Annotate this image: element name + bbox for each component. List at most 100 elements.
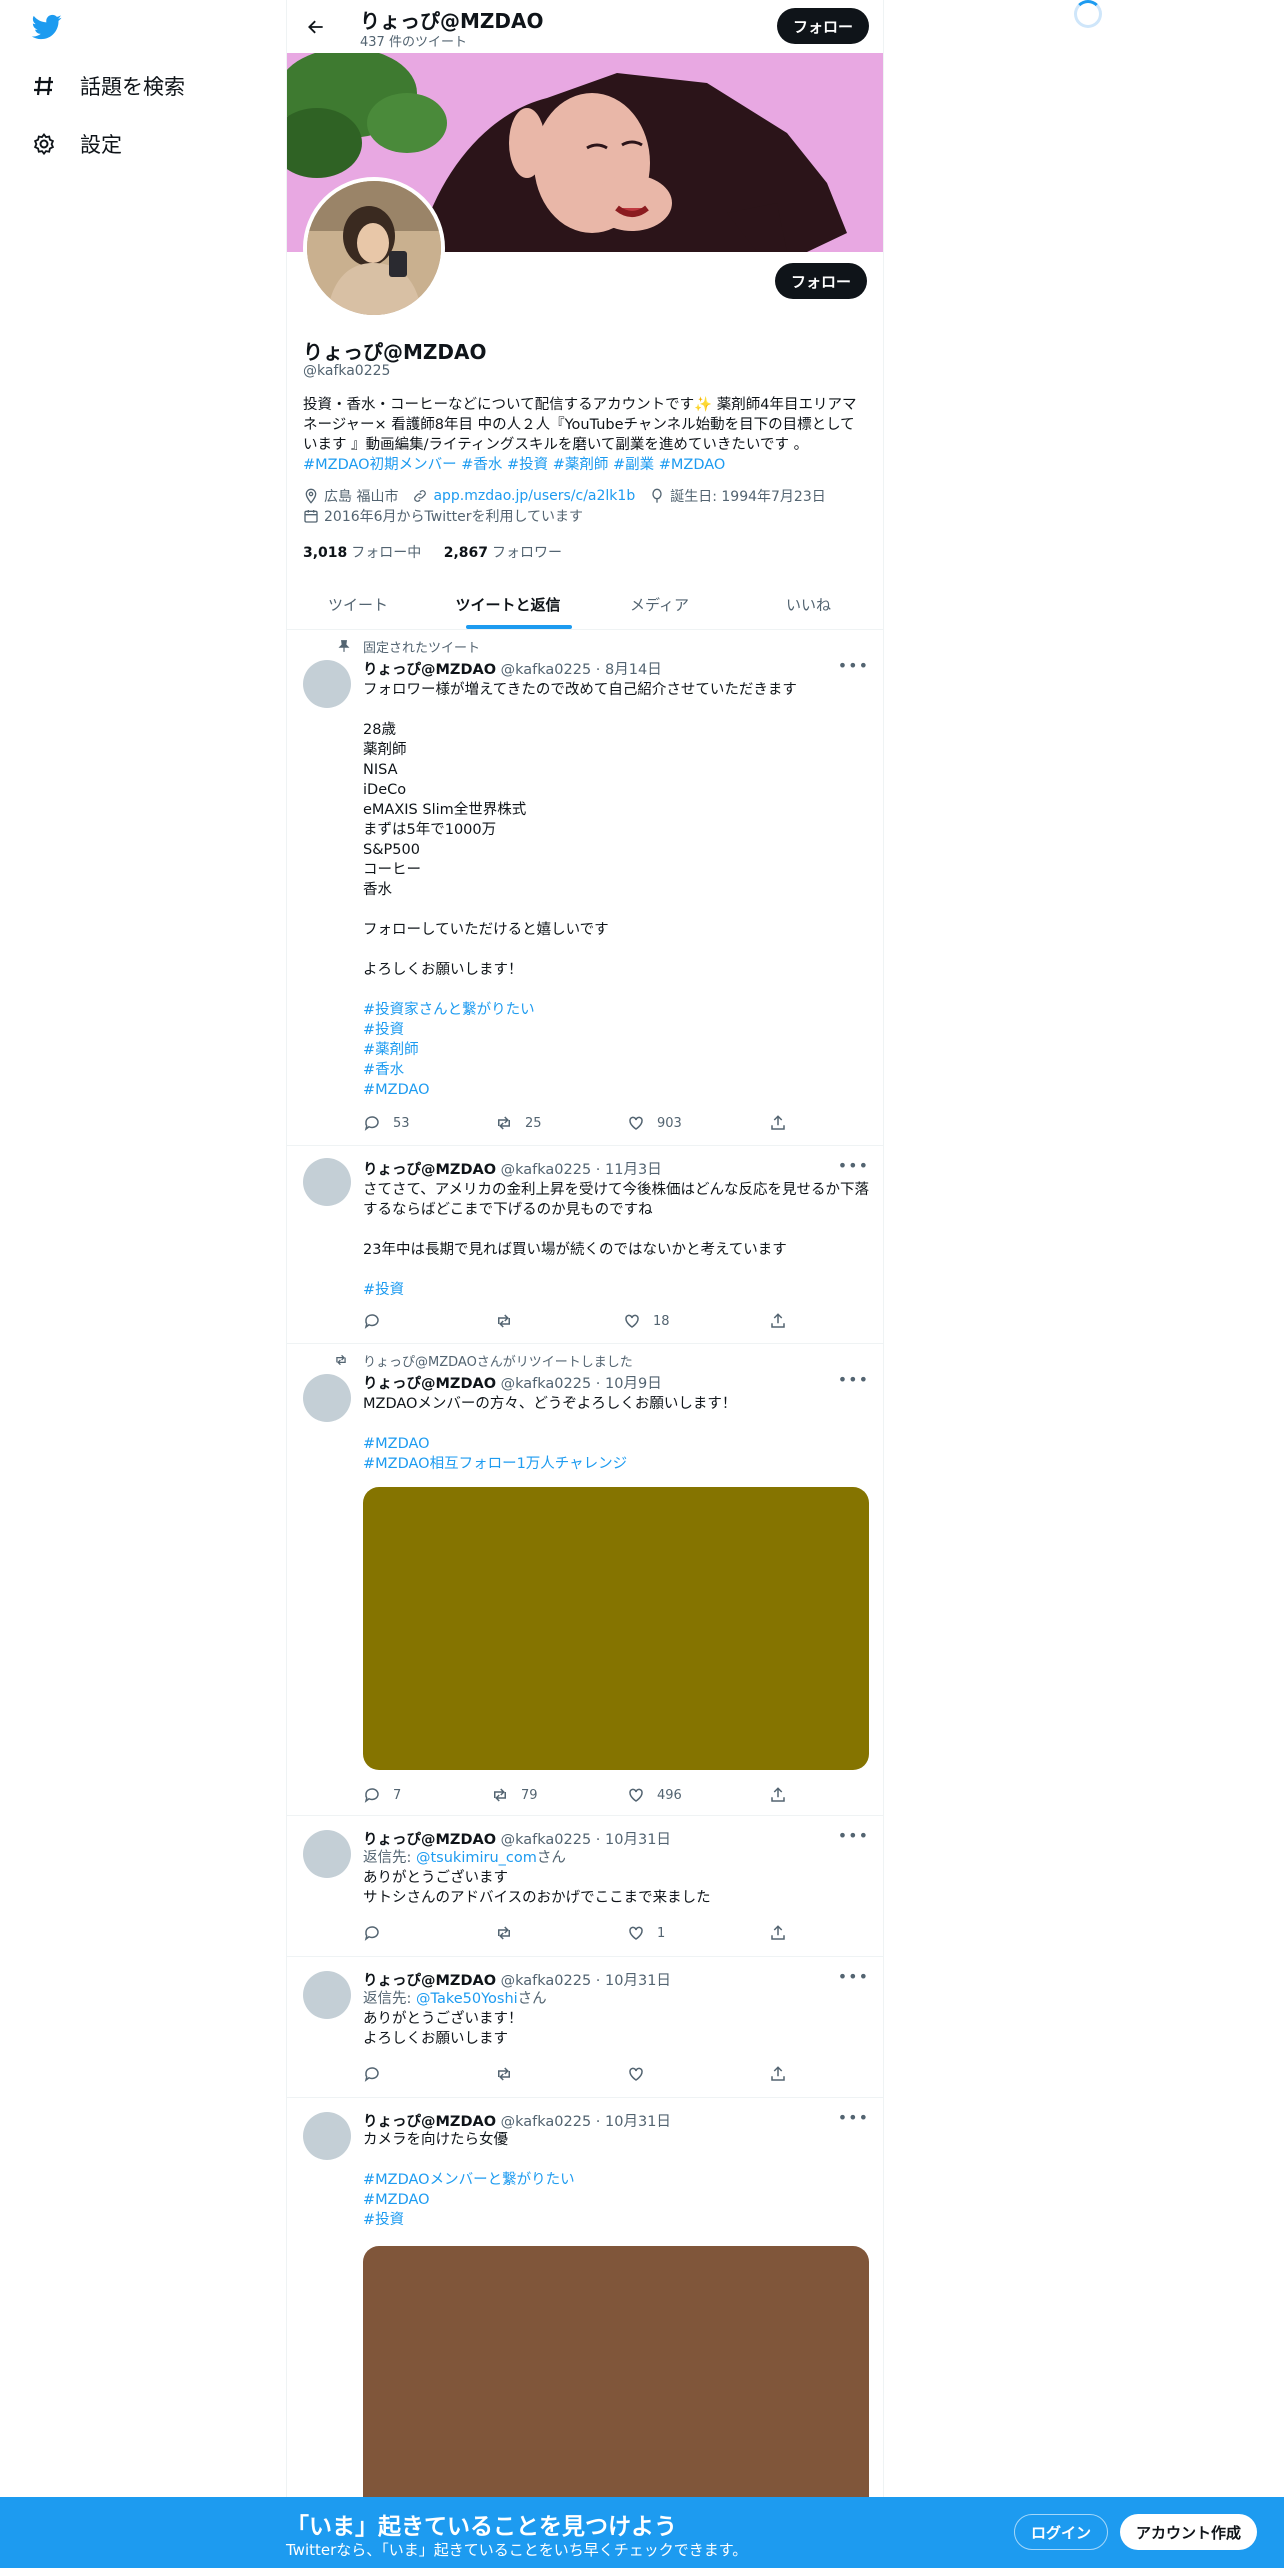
reply-to-line: 返信先: @tsukimiru_comさん <box>363 1850 566 1866</box>
header-follow-button[interactable]: フォロー <box>776 8 869 44</box>
tweet-text: カメラを向けたら女優 <box>363 2132 508 2148</box>
profile-url[interactable]: app.mzdao.jp/users/c/a2lk1b <box>412 488 635 504</box>
twitter-logo-icon[interactable] <box>30 12 66 44</box>
share-button[interactable] <box>769 2065 799 2083</box>
tweet-header: りょっぴ@MZDAO @kafka0225 · 10月31日 <box>363 1973 671 1989</box>
sidebar-item-label: 話題を検索 <box>80 75 185 99</box>
share-button[interactable] <box>769 1312 799 1330</box>
tweet-actions: 1 <box>363 1924 803 1944</box>
share-icon <box>771 1925 785 1940</box>
avatar[interactable] <box>303 1158 351 1206</box>
tweet-header: りょっぴ@MZDAO @kafka0225 · 10月9日 <box>363 1376 662 1392</box>
tab-tweets[interactable]: ツイート <box>287 578 429 630</box>
like-button[interactable]: 18 <box>623 1312 670 1330</box>
tweet-text: ありがとうございます！ よろしくお願いします <box>363 2011 523 2047</box>
profile-tabs: ツイート ツイートと返信 メディア いいね <box>287 578 883 630</box>
tab-tweets-and-replies[interactable]: ツイートと返信 <box>429 578 587 630</box>
tweet-header: りょっぴ@MZDAO @kafka0225 · 11月3日 <box>363 1162 662 1178</box>
reply-button[interactable]: 7 <box>363 1786 401 1804</box>
reply-button[interactable] <box>363 1312 393 1330</box>
tweet-text: ありがとうございます サトシさんのアドバイスのおかげでここまで来ました <box>363 1870 711 1906</box>
location-pin-icon <box>305 488 317 504</box>
location: 広島 福山市 <box>303 486 398 506</box>
reply-button[interactable]: 53 <box>363 1114 410 1132</box>
tweet-actions: 53 25 903 <box>363 1114 803 1134</box>
like-button[interactable]: 903 <box>627 1114 682 1132</box>
tab-media[interactable]: メディア <box>587 578 732 630</box>
retweet-context[interactable]: りょっぴ@MZDAOさんがリツイートしました <box>363 1351 633 1370</box>
bio-text: 投資・香水・コーヒーなどについて配信するアカウントです✨ 薬剤師4年目エリアマネ… <box>303 397 857 453</box>
tweet-hashtags[interactable]: #MZDAOメンバーと繋がりたい #MZDAO #投資 <box>363 2170 873 2230</box>
tweet-media-image[interactable] <box>363 1487 869 1770</box>
sidebar-item-explore[interactable]: 話題を検索 <box>30 66 185 106</box>
profile-follow-button[interactable]: フォロー <box>774 263 867 299</box>
tweet[interactable]: りょっぴ@MZDAO @kafka0225 · 10月31日 ••• 返信先: … <box>287 1957 883 2098</box>
tweet[interactable]: りょっぴ@MZDAO @kafka0225 · 10月31日 ••• 返信先: … <box>287 1816 883 1957</box>
retweet-icon <box>498 1314 510 1328</box>
reply-icon <box>364 1926 379 1941</box>
like-button[interactable]: 496 <box>627 1786 682 1804</box>
loading-spinner-icon <box>1074 0 1102 28</box>
retweet-icon <box>498 1926 510 1940</box>
tweet-header: りょっぴ@MZDAO @kafka0225 · 10月31日 <box>363 1832 671 1848</box>
more-icon[interactable]: ••• <box>838 1370 869 1389</box>
reply-to-link[interactable]: @tsukimiru_com <box>416 1850 537 1866</box>
avatar[interactable] <box>303 1971 351 2019</box>
avatar[interactable] <box>303 660 351 708</box>
retweet-button[interactable] <box>495 1924 525 1942</box>
profile-bio: 投資・香水・コーヒーなどについて配信するアカウントです✨ 薬剤師4年目エリアマネ… <box>303 395 869 475</box>
pinned-label: 固定されたツイート <box>363 641 481 656</box>
retweet-icon <box>498 2067 510 2081</box>
banner-subtitle: Twitterなら、「いま」起きていることをいち早くチェックできます。 <box>286 2541 748 2559</box>
like-button[interactable]: 1 <box>627 1924 665 1942</box>
more-icon[interactable]: ••• <box>838 1967 869 1986</box>
bio-hashtags[interactable]: #MZDAO初期メンバー #香水 #投資 #薬剤師 #副業 #MZDAO <box>303 457 725 473</box>
retweet-button[interactable]: 79 <box>491 1786 538 1804</box>
more-icon[interactable]: ••• <box>838 1156 869 1175</box>
tweet[interactable]: りょっぴ@MZDAOさんがリツイートしました りょっぴ@MZDAO @kafka… <box>287 1344 883 1816</box>
link-icon <box>414 490 427 502</box>
heart-icon <box>629 2067 643 2081</box>
avatar[interactable] <box>303 1374 351 1422</box>
tab-likes[interactable]: いいね <box>732 578 883 630</box>
tweet-text: フォロワー様が増えてきたので改めて自己紹介させていただきます 28歳 薬剤師 N… <box>363 682 797 978</box>
header-tweet-count: 437 件のツイート <box>360 35 467 50</box>
tweet[interactable]: りょっぴ@MZDAO @kafka0225 · 11月3日 ••• さてさて、ア… <box>287 1146 883 1344</box>
followers-link[interactable]: 2,867 フォロワー <box>444 545 562 561</box>
retweet-button[interactable] <box>495 1312 525 1330</box>
tweet-hashtags[interactable]: #MZDAO #MZDAO相互フォロー1万人チャレンジ <box>363 1434 873 1474</box>
follow-stats: 3,018 フォロー中 2,867 フォロワー <box>303 542 562 562</box>
share-icon <box>771 1787 785 1802</box>
tweet-hashtags[interactable]: #投資家さんと繋がりたい #投資 #薬剤師 #香水 #MZDAO <box>363 1000 873 1100</box>
share-button[interactable] <box>769 1924 799 1942</box>
tweet-header: りょっぴ@MZDAO @kafka0225 · 10月31日 <box>363 2114 671 2130</box>
back-arrow-icon[interactable] <box>299 10 333 44</box>
heart-icon <box>625 1314 639 1328</box>
retweet-icon <box>498 1116 510 1130</box>
retweet-button[interactable] <box>495 2065 525 2083</box>
following-link[interactable]: 3,018 フォロー中 <box>303 545 421 561</box>
signup-button[interactable]: アカウント作成 <box>1120 2514 1258 2550</box>
share-button[interactable] <box>769 1786 799 1804</box>
share-button[interactable] <box>769 1114 799 1132</box>
heart-icon <box>629 1926 643 1940</box>
profile-avatar[interactable] <box>303 177 445 319</box>
share-icon <box>771 1313 785 1328</box>
avatar[interactable] <box>303 2112 351 2160</box>
reply-button[interactable] <box>363 1924 393 1942</box>
calendar-icon <box>304 510 318 523</box>
more-icon[interactable]: ••• <box>838 1826 869 1845</box>
sidebar-item-settings[interactable]: 設定 <box>30 124 122 164</box>
birthday: 誕生日: 1994年7月23日 <box>649 486 826 506</box>
tweet[interactable]: 固定されたツイート りょっぴ@MZDAO @kafka0225 · 8月14日 … <box>287 630 883 1146</box>
avatar[interactable] <box>303 1830 351 1878</box>
more-icon[interactable]: ••• <box>838 2108 869 2127</box>
reply-to-link[interactable]: @Take50Yoshi <box>416 1991 518 2007</box>
more-icon[interactable]: ••• <box>838 656 869 675</box>
reply-button[interactable] <box>363 2065 393 2083</box>
login-button[interactable]: ログイン <box>1014 2514 1109 2550</box>
like-button[interactable] <box>627 2065 657 2083</box>
profile-column: りょっぴ@MZDAO 437 件のツイート フォロー フォロー りょっぴ@MZD… <box>286 0 884 2568</box>
retweet-button[interactable]: 25 <box>495 1114 542 1132</box>
tweet-hashtags[interactable]: #投資 <box>363 1280 873 1300</box>
